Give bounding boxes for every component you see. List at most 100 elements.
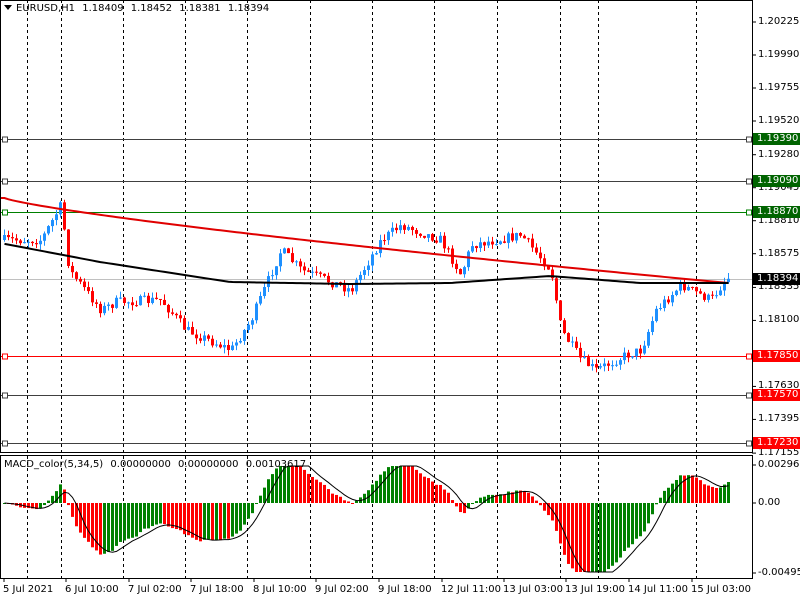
candle-body bbox=[587, 357, 590, 367]
macd-bar bbox=[179, 503, 182, 531]
macd-bar bbox=[643, 503, 646, 532]
candle-body bbox=[439, 235, 442, 243]
macd-bar bbox=[207, 503, 210, 540]
macd-bar bbox=[339, 496, 342, 503]
level-price-tag[interactable]: 1.17570 bbox=[753, 389, 800, 401]
candle-body bbox=[403, 225, 406, 230]
macd-bar bbox=[627, 503, 630, 548]
macd-bar bbox=[243, 503, 246, 525]
candle-body bbox=[15, 238, 18, 241]
macd-bar bbox=[87, 503, 90, 542]
high-value: 1.18452 bbox=[130, 3, 173, 14]
symbol-label: EURUSD,H1 bbox=[16, 3, 76, 14]
candle-body bbox=[287, 248, 290, 254]
candle-body bbox=[367, 265, 370, 270]
macd-bar bbox=[719, 487, 722, 503]
candle-body bbox=[207, 335, 210, 339]
macd-header: MACD_color(5,34,5) 0.00000000 0.00000000… bbox=[4, 459, 310, 470]
candle-body bbox=[455, 263, 458, 270]
macd-bar bbox=[231, 503, 234, 537]
level-price-tag[interactable]: 1.19090 bbox=[753, 175, 800, 187]
macd-bar bbox=[163, 503, 166, 525]
candle-body bbox=[699, 291, 702, 294]
candle-body bbox=[659, 308, 662, 310]
candle-body bbox=[703, 293, 706, 300]
macd-bar bbox=[107, 503, 110, 552]
main-pane-border bbox=[0, 0, 753, 453]
macd-bar bbox=[407, 466, 410, 503]
candle-body bbox=[407, 226, 410, 230]
macd-bar bbox=[327, 489, 330, 503]
level-price-tag[interactable]: 1.19390 bbox=[753, 133, 800, 145]
candle-body bbox=[171, 312, 174, 314]
candle-body bbox=[267, 276, 270, 288]
macd-bar bbox=[123, 503, 126, 541]
collapse-triangle-icon[interactable] bbox=[4, 5, 12, 10]
macd-bar bbox=[663, 490, 666, 503]
macd-bar bbox=[715, 488, 718, 503]
macd-bar bbox=[631, 503, 634, 545]
chart-frame bbox=[0, 0, 756, 582]
candle-body bbox=[135, 305, 138, 307]
candle-body bbox=[571, 341, 574, 343]
macd-bar bbox=[595, 503, 598, 572]
candle-body bbox=[547, 266, 550, 270]
macd-bar bbox=[283, 466, 286, 503]
candle-body bbox=[447, 248, 450, 250]
time-axis-label: 12 Jul 11:00 bbox=[441, 584, 501, 595]
candle-body bbox=[127, 302, 130, 304]
macd-bar bbox=[679, 475, 682, 503]
price-chart[interactable] bbox=[0, 0, 800, 600]
macd-bar bbox=[295, 466, 298, 503]
macd-bar bbox=[143, 503, 146, 529]
candle-body bbox=[195, 334, 198, 339]
candle-body bbox=[19, 240, 22, 244]
macd-bar bbox=[703, 484, 706, 503]
macd-bar bbox=[203, 503, 206, 540]
candle-body bbox=[11, 237, 14, 239]
macd-bar bbox=[411, 466, 414, 503]
macd-bar bbox=[471, 503, 474, 504]
candle-body bbox=[675, 290, 678, 296]
macd-bar bbox=[655, 503, 658, 505]
candle-body bbox=[475, 246, 478, 249]
candle-body bbox=[343, 284, 346, 292]
macd-bar bbox=[59, 484, 62, 503]
candle-body bbox=[611, 365, 614, 367]
candle-body bbox=[51, 220, 54, 227]
candle-body bbox=[319, 272, 322, 274]
open-value: 1.18409 bbox=[82, 3, 124, 14]
level-price-tag[interactable]: 1.18870 bbox=[753, 206, 800, 218]
macd-bar bbox=[707, 485, 710, 503]
candle-body bbox=[227, 345, 230, 350]
level-price-tag[interactable]: 1.17230 bbox=[753, 437, 800, 449]
candle-body bbox=[695, 287, 698, 292]
candle-body bbox=[147, 295, 150, 303]
candle-body bbox=[315, 271, 318, 273]
candle-body bbox=[707, 294, 710, 300]
candle-body bbox=[119, 297, 122, 299]
macd-bar bbox=[539, 503, 542, 506]
macd-axis-label: 0.00 bbox=[758, 497, 781, 508]
candle-body bbox=[87, 287, 90, 292]
level-price-tag[interactable]: 1.17850 bbox=[753, 350, 800, 362]
price-axis-label: 1.17395 bbox=[758, 413, 800, 425]
macd-name: MACD_color(5,34,5) bbox=[4, 459, 104, 470]
candle-body bbox=[103, 305, 106, 314]
level-handle bbox=[746, 209, 752, 216]
macd-bar bbox=[443, 489, 446, 503]
macd-bar bbox=[311, 476, 314, 503]
candle-body bbox=[531, 238, 534, 248]
macd-bar bbox=[455, 503, 458, 507]
candle-body bbox=[271, 275, 274, 277]
macd-bar bbox=[659, 497, 662, 503]
candle-body bbox=[711, 294, 714, 296]
macd-bar bbox=[375, 480, 378, 503]
macd-bar bbox=[507, 491, 510, 503]
macd-bar bbox=[291, 466, 294, 503]
macd-bar bbox=[155, 503, 158, 525]
time-axis-label: 7 Jul 02:00 bbox=[128, 584, 182, 595]
candle-body bbox=[655, 308, 658, 322]
macd-bar bbox=[131, 503, 134, 538]
macd-axis-label: 0.0029669 bbox=[758, 459, 800, 470]
